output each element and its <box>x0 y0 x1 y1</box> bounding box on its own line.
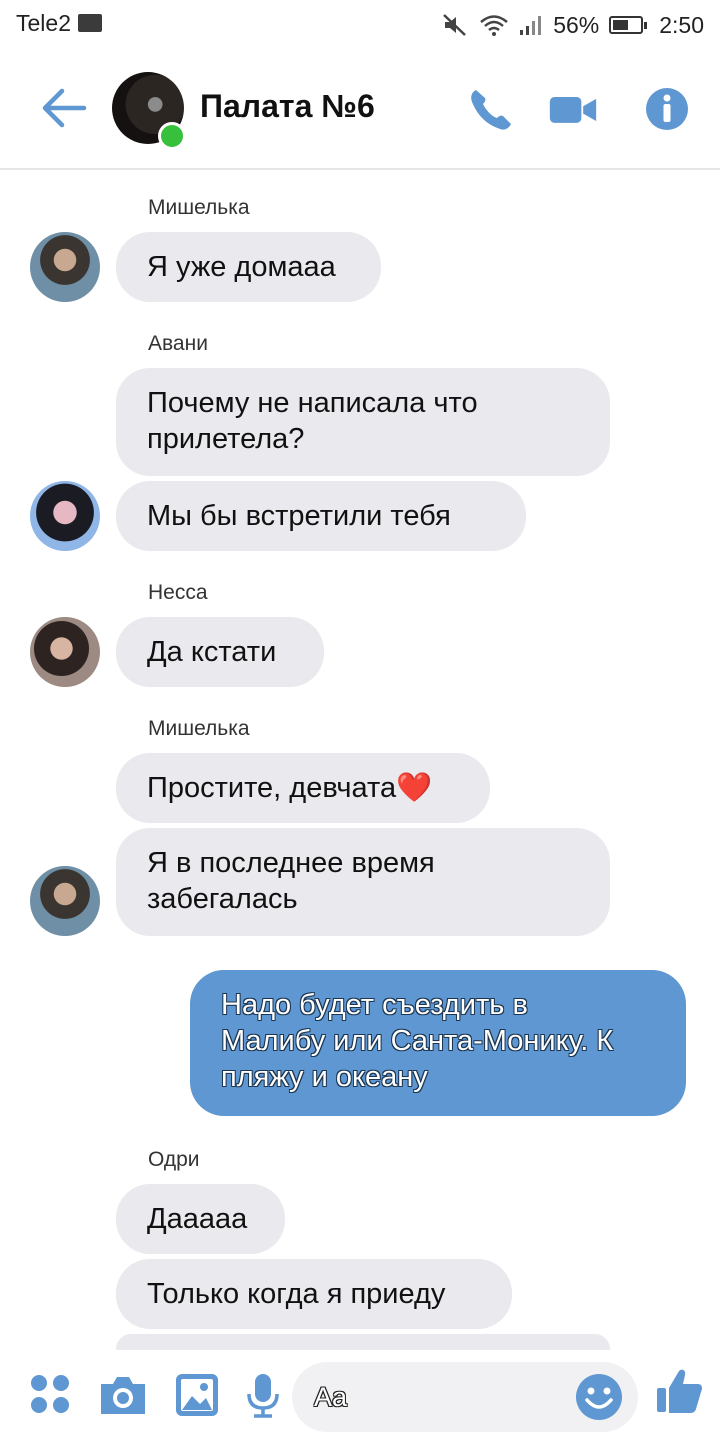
sender-name: Мишелька <box>148 717 250 740</box>
message-bubble[interactable]: Простите, девчата❤️ <box>116 753 490 823</box>
chat-header: Палата №6 <box>0 50 720 170</box>
outgoing-message-bubble[interactable]: Надо будет съездить в Малибу или Санта-М… <box>190 970 686 1116</box>
message-bubble[interactable]: Дааааа <box>116 1184 285 1254</box>
emoji-icon[interactable] <box>574 1372 624 1422</box>
sender-name: Авани <box>148 332 208 355</box>
chat-title[interactable]: Палата №6 <box>200 88 375 125</box>
message-input[interactable]: Aa <box>292 1362 638 1432</box>
message-bubble[interactable]: Почему не написала что прилетела? <box>116 368 610 476</box>
sender-name: Мишелька <box>148 196 250 219</box>
message-bubble[interactable]: Только когда я приеду <box>116 1259 512 1329</box>
gallery-icon[interactable] <box>172 1370 222 1420</box>
thumbs-up-icon[interactable] <box>654 1366 704 1416</box>
message-bubble[interactable]: Да кстати <box>116 617 324 687</box>
back-arrow-icon[interactable] <box>38 86 88 130</box>
status-bar: Tele2 56% 2:50 <box>0 0 720 50</box>
online-indicator <box>158 122 186 150</box>
avatar[interactable] <box>30 232 100 302</box>
status-indicators: 56% 2:50 <box>441 10 704 40</box>
composer-bar: Aa <box>0 1350 720 1440</box>
info-icon[interactable] <box>644 84 694 134</box>
video-call-icon[interactable] <box>548 84 598 134</box>
activity-icon <box>78 14 102 32</box>
avatar[interactable] <box>30 866 100 936</box>
phone-icon[interactable] <box>466 84 516 134</box>
message-bubble[interactable]: Я в последнее время забегалась <box>116 828 610 936</box>
avatar[interactable] <box>30 617 100 687</box>
apps-icon[interactable] <box>26 1370 76 1420</box>
mute-icon <box>443 14 467 36</box>
clock: 2:50 <box>659 11 704 38</box>
signal-icon <box>520 16 542 35</box>
battery-icon <box>609 16 648 34</box>
message-bubble[interactable]: Я уже домааа <box>116 232 381 302</box>
sender-name: Несса <box>148 581 208 604</box>
avatar[interactable] <box>30 481 100 551</box>
battery-percent: 56% <box>553 11 600 38</box>
camera-icon[interactable] <box>98 1370 148 1420</box>
wifi-icon <box>480 15 508 36</box>
carrier-name: Tele2 <box>16 10 71 36</box>
microphone-icon[interactable] <box>238 1370 288 1420</box>
message-bubble[interactable]: Мы бы встретили тебя <box>116 481 526 551</box>
sender-name: Одри <box>148 1148 200 1171</box>
message-input-placeholder: Aa <box>314 1382 348 1412</box>
